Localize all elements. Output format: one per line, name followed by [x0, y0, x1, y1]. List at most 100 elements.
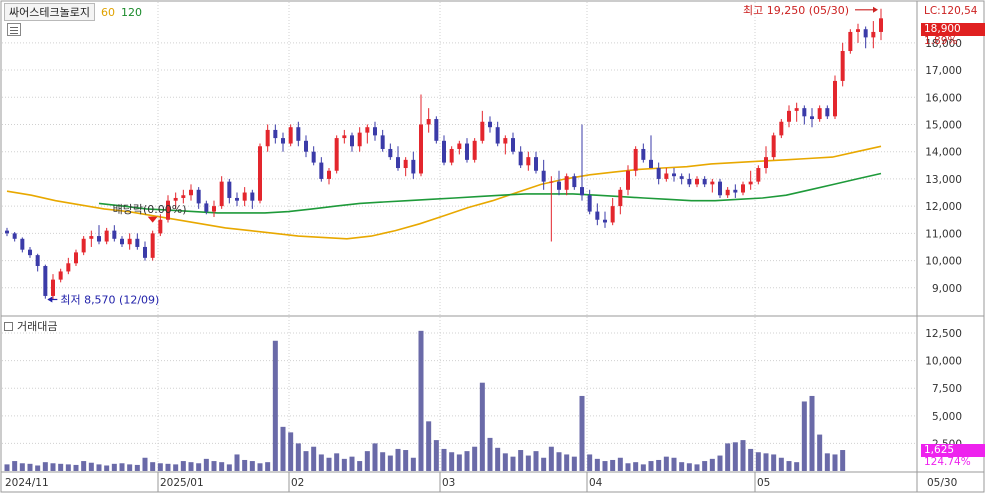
stock-name[interactable]: 싸어스테크놀로지	[4, 3, 95, 21]
candle-body	[741, 184, 745, 193]
volume-bar	[617, 457, 623, 471]
candle	[810, 108, 814, 128]
volume-bar	[4, 464, 10, 471]
event-annotation: 배당락(0.00%)	[113, 203, 187, 216]
candle	[848, 29, 853, 54]
ma120-label: 120	[120, 5, 142, 19]
candle-body	[695, 178, 699, 185]
volume-bar	[487, 437, 493, 471]
candle-body	[189, 189, 193, 196]
volume-bar	[625, 463, 631, 471]
candle	[618, 187, 623, 215]
candle	[20, 237, 25, 253]
candle	[633, 146, 638, 177]
candle	[388, 143, 393, 160]
candle	[434, 116, 439, 144]
candle-body	[756, 168, 761, 182]
candle-body	[856, 29, 860, 32]
candle-body	[603, 219, 607, 223]
candle	[373, 121, 377, 141]
candle	[112, 225, 117, 242]
panel-toggle-icon[interactable]	[4, 321, 13, 331]
candle-body	[357, 132, 362, 147]
volume-bar	[671, 457, 677, 471]
candle-body	[664, 173, 669, 179]
candle-body	[97, 236, 101, 242]
volume-bar	[464, 451, 470, 471]
candle	[472, 138, 477, 163]
candle	[51, 274, 55, 300]
candle	[411, 151, 416, 179]
volume-bar	[510, 456, 516, 471]
volume-bar	[295, 443, 301, 471]
volume-bar	[824, 453, 830, 471]
candle-body	[219, 181, 224, 207]
candle-body	[127, 238, 132, 245]
volume-bar	[357, 461, 363, 471]
volume-bar	[410, 457, 416, 471]
candle-body	[541, 170, 546, 182]
candle-body	[702, 178, 707, 185]
volume-bar	[226, 464, 232, 471]
candle	[557, 170, 561, 196]
candle-body	[250, 192, 255, 201]
candle-body	[51, 279, 55, 296]
volume-pct-tag: 124.74%	[924, 456, 971, 468]
volume-bar	[717, 455, 723, 471]
candle	[181, 189, 186, 204]
candle-body	[633, 148, 638, 171]
candle-body	[265, 129, 270, 147]
candle	[871, 21, 876, 49]
candle-body	[656, 168, 661, 179]
high-arrow-head	[873, 6, 878, 13]
volume-bar	[165, 463, 171, 471]
candle-body	[20, 238, 25, 250]
candle	[526, 151, 531, 171]
volume-bar	[633, 462, 639, 471]
candle	[250, 189, 255, 209]
candle	[534, 151, 538, 174]
volume-bar	[809, 395, 815, 471]
candle	[457, 140, 462, 155]
table-view-icon[interactable]	[7, 23, 21, 36]
chart-canvas[interactable]: 9,000 10,000 11,000 12,000 13,000 14,000 15,00…	[0, 0, 985, 493]
candle-body	[817, 108, 822, 120]
candle-body	[403, 159, 408, 169]
volume-bar	[311, 446, 317, 471]
candle-body	[411, 159, 416, 174]
candle-body	[871, 31, 876, 38]
ma120-line	[98, 172, 882, 214]
price-tick-label: 12,000	[925, 201, 962, 213]
volume-bar	[403, 450, 409, 471]
candle	[334, 135, 339, 174]
candle	[779, 119, 784, 139]
volume-bar	[65, 464, 71, 471]
candle	[641, 143, 646, 163]
candle-body	[350, 135, 354, 147]
date-tick-label: 05	[757, 477, 770, 489]
volume-bar	[495, 447, 501, 471]
volume-bar	[272, 340, 278, 471]
candle	[189, 184, 193, 201]
candle-body	[595, 211, 600, 220]
volume-bar	[433, 440, 439, 471]
volume-bar	[648, 461, 654, 471]
volume-bar	[35, 465, 41, 471]
candle-body	[672, 173, 676, 177]
volume-bar	[180, 461, 186, 471]
volume-bar	[134, 464, 140, 471]
candle	[656, 162, 661, 185]
candle	[825, 105, 830, 120]
volume-bar	[380, 452, 386, 471]
candle	[135, 233, 140, 250]
candle-body	[511, 138, 515, 152]
volume-bar	[786, 461, 792, 471]
candle	[319, 157, 324, 182]
candle	[380, 129, 385, 152]
candle-body	[771, 135, 776, 158]
candle-body	[396, 157, 400, 169]
candle-body	[733, 189, 738, 193]
candle-body	[787, 110, 791, 122]
volume-bar	[763, 453, 769, 471]
candle-body	[258, 146, 262, 201]
